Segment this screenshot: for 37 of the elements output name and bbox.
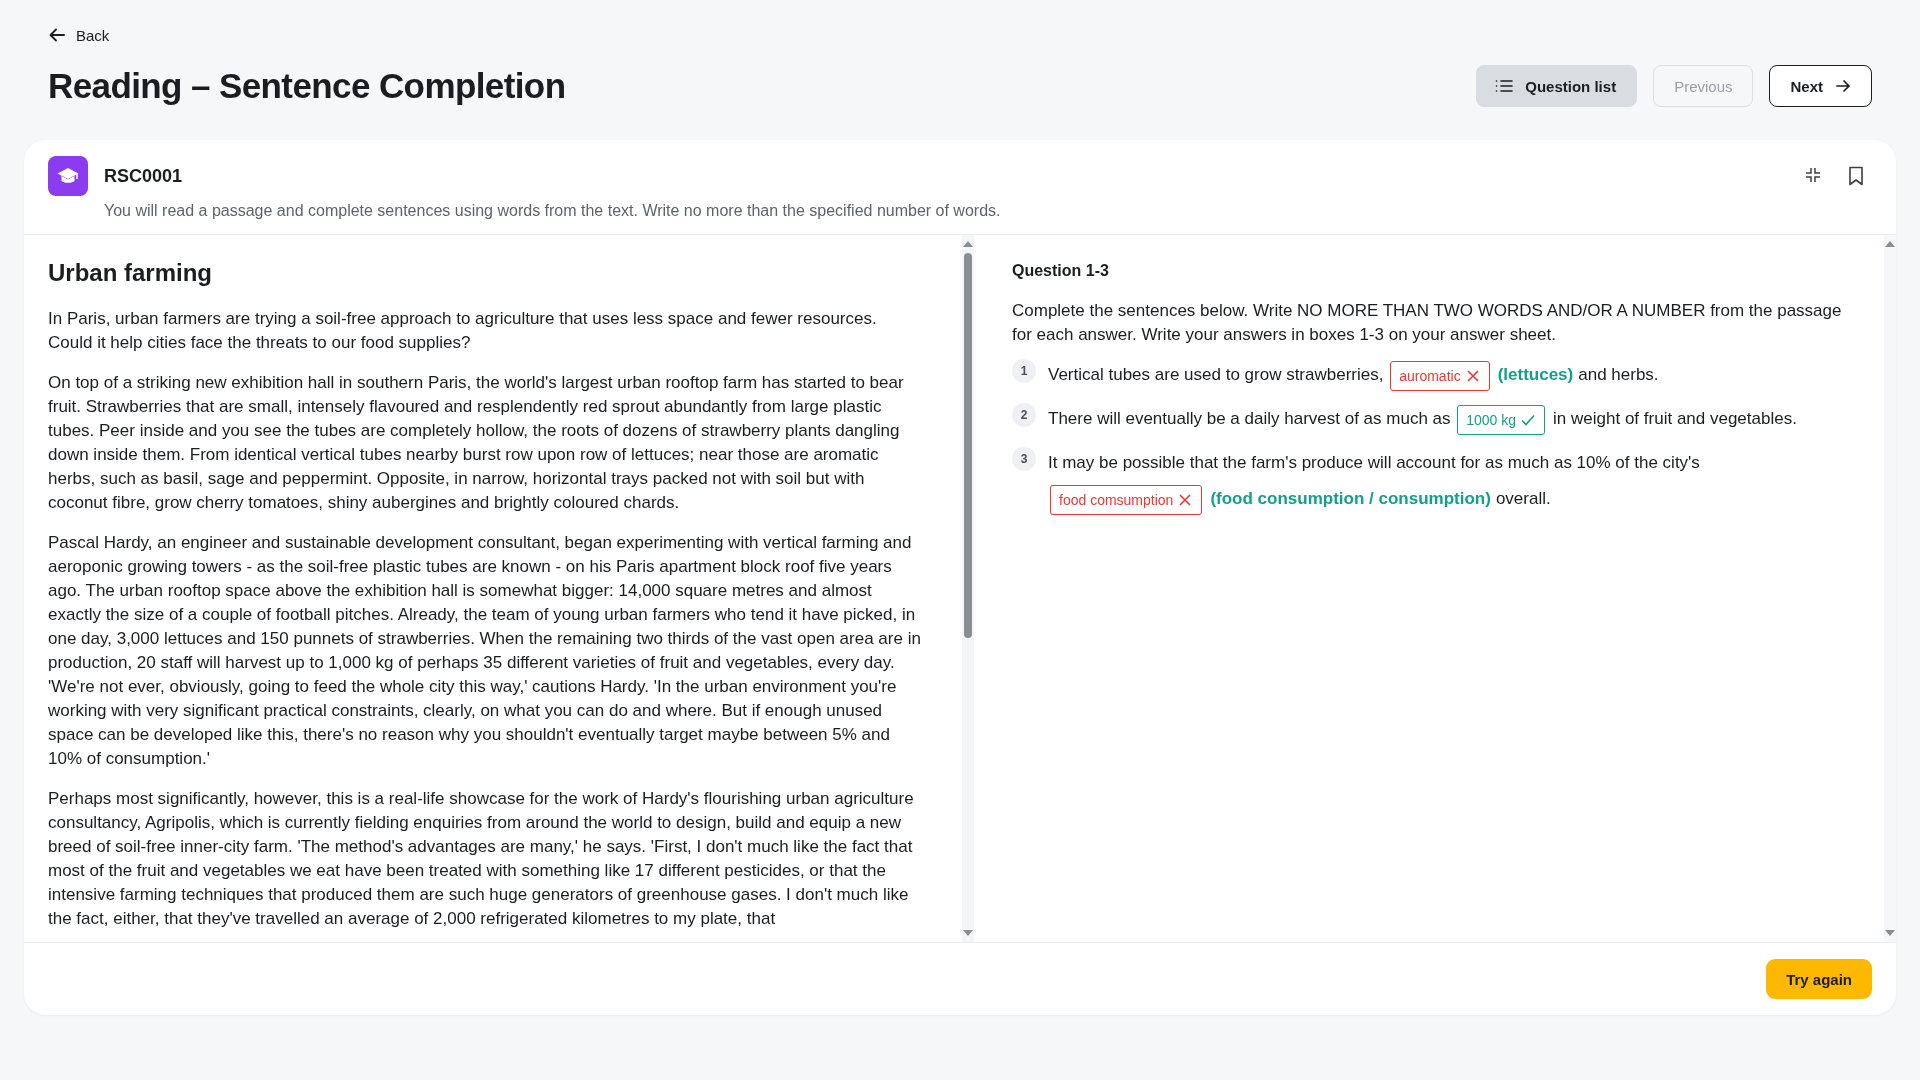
- sentence-text: There will eventually be a daily harvest of as much as: [1048, 409, 1451, 428]
- correct-answer: (food consumption / consumption): [1210, 489, 1491, 508]
- passage-paragraph: On top of a striking new exhibition hall in southern Paris, the world's largest urban rooftop farm has started to bear fruit. Strawberries that are small, intensely flavoured and resplendently red sprout abundantly from large plastic tubes. Peer inside and you see the tubes are completely hollow, the roots of dozens of strawberry plants dangling down inside them. From identical vertical tubes nearby burst row upon row of lettuces; near those are aromatic herbs, such as basil, sage and peppermint. Opposite, in narrow, horizontal trays packed not with soil but with coconut fibre, grow cherry tomatoes, shiny aubergines and brightly coloured chards.: [48, 372, 905, 514]
- question-number: 3: [1012, 447, 1036, 471]
- correct-answer: (lettuces): [1497, 365, 1574, 384]
- question-heading: Question 1-3: [1012, 261, 1110, 281]
- page-title: Reading – Sentence Completion: [48, 66, 566, 106]
- cross-icon: [1464, 367, 1481, 384]
- try-again-button[interactable]: Try again: [1766, 959, 1872, 999]
- graduation-cap-logo: [48, 156, 88, 196]
- answer-field[interactable]: food comsumption: [1050, 484, 1203, 515]
- passage-paragraph: In Paris, urban farmers are trying a soil-free approach to agriculture that uses less space and fewer resources. Could it help cities face the threats to our food supplies?: [48, 308, 878, 354]
- bookmark-icon[interactable]: [1848, 166, 1864, 186]
- passage-paragraph: Perhaps most significantly, however, this is a real-life showcase for the work of Hardy's flourishing urban agriculture consultancy, Agripolis, which is currently fielding enquiries from around the world to design, build and equip a new breed of soil-free inner-city farm. 'The method's advantages are many,' he says. 'First, I don't much like the fact that most of the fruit and vegetables we eat have been treated with something like 17 different pesticides, or that the intensive farming techniques that produced them are such huge generators of greenhouse gases. I don't much like the fact, either, that they've travelled an average of 2,000 refrigerated kilometres to my plate, that: [48, 788, 915, 930]
- question-number: 2: [1012, 403, 1036, 427]
- instructions-text: You will read a passage and complete sentences using words from the text. Write no more than the specified number of words.: [104, 202, 1002, 220]
- collapse-icon[interactable]: [1804, 166, 1822, 184]
- back-link[interactable]: Back: [48, 24, 110, 46]
- sentence-text: in weight of fruit and vegetables.: [1553, 409, 1797, 428]
- question-instructions: Complete the sentences below. Write NO MORE THAN TWO WORDS AND/OR A NUMBER from the passage for each answer. Write your answers in boxes 1-3 on your answer sheet.: [1012, 300, 1843, 346]
- arrow-right-icon: [1835, 78, 1851, 94]
- list-icon: [1495, 78, 1514, 94]
- sentence-text: Vertical tubes are used to grow strawberries,: [1048, 365, 1384, 384]
- question-number: 1: [1012, 359, 1036, 383]
- next-button[interactable]: Next: [1769, 65, 1872, 107]
- passage-paragraph: Pascal Hardy, an engineer and sustainable development consultant, began experimenting with vertical farming and aeroponic growing towers - as the soil-free plastic tubes are known - on his Paris apartment block roof five years ago. The urban rooftop space above the exhibition hall is somewhat bigger: 14,000 square metres and almost exactly the size of a couple of football pitches. Already, the team of young urban farmers who tend it have picked, in one day, 3,000 lettuces and 150 punnets of strawberries. When the remaining two thirds of the vast open area are in production, 20 staff will harvest up to 1,000 kg of perhaps 35 different varieties of fruit and vegetables, every day. 'We're not ever, obviously, going to feed the whole city this way,' cautions Hardy. 'In the urban environment you're working with very significant practical constraints, clearly, on what you can do and where. But if enough unused space can be developed like this, there's no reason why you shouldn't eventually target maybe between 5% and 10% of consumption.': [48, 532, 922, 770]
- sentence-text: It may be possible that the farm's produce will account for as much as 10% of the city's: [1048, 453, 1700, 472]
- scrollbar[interactable]: [962, 235, 974, 942]
- cross-icon: [1177, 491, 1194, 508]
- scrollbar[interactable]: [1884, 235, 1896, 942]
- passage-title: Urban farming: [48, 259, 213, 287]
- sentence-text: overall.: [1495, 489, 1551, 508]
- back-arrow-icon: [48, 26, 66, 44]
- sentence-text: and herbs.: [1578, 365, 1659, 384]
- question-code: RSC0001: [104, 165, 184, 187]
- answer-field[interactable]: auromatic: [1390, 360, 1490, 391]
- question-list-button[interactable]: Question list: [1476, 65, 1638, 107]
